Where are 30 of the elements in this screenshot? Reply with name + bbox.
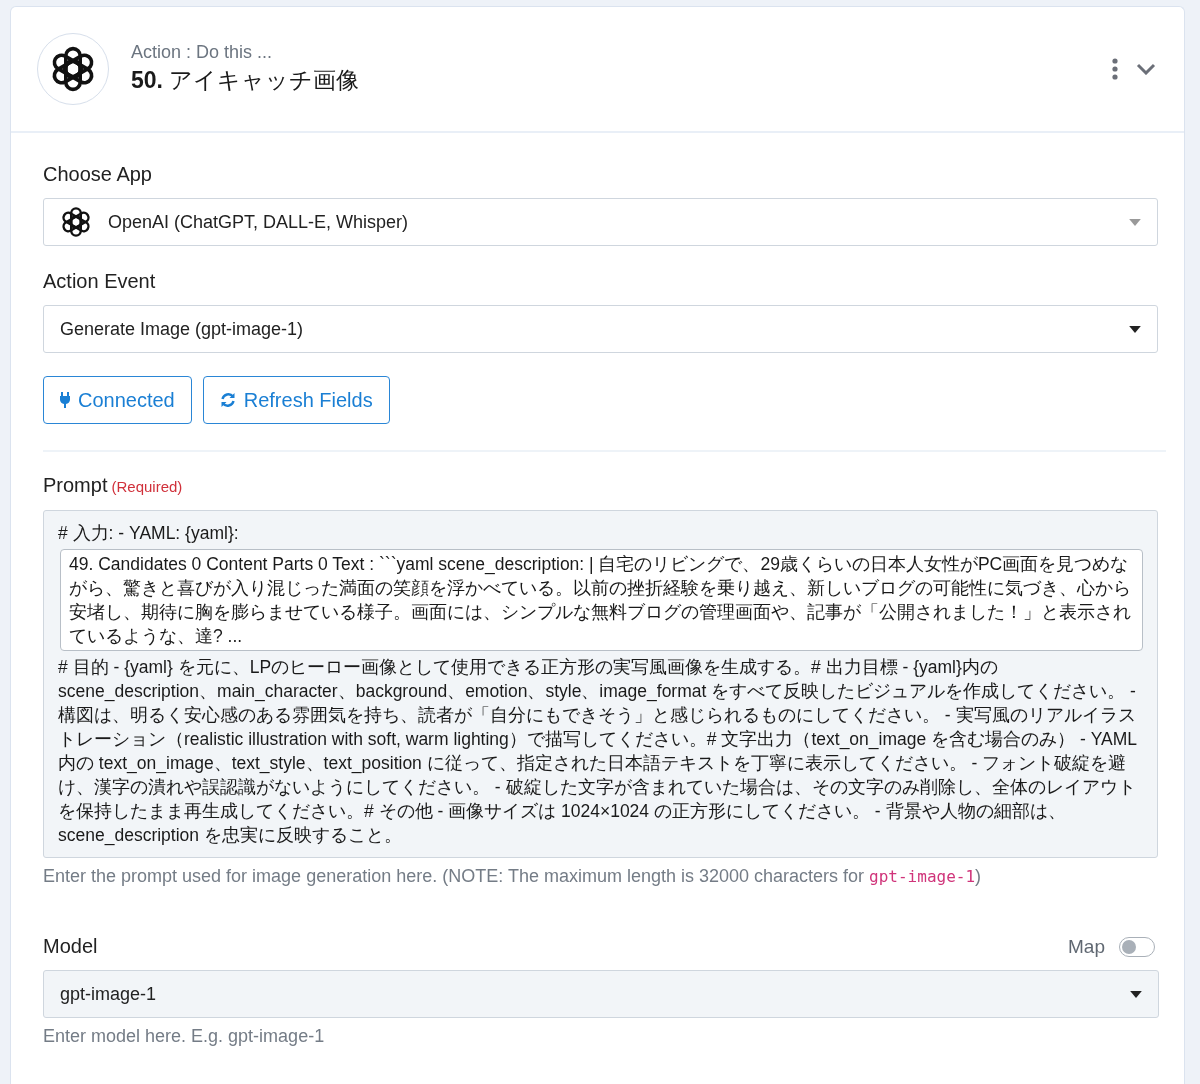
plug-icon	[60, 392, 70, 408]
refresh-fields-button[interactable]: Refresh Fields	[202, 376, 390, 424]
field-label: Choose App	[43, 163, 153, 186]
prompt-text: # 目的 - {yaml} を元に、LPのヒーロー画像として使用できる正方形の実写風画像を生成する。# 出力目標 - {yaml}内の scene_description、main_character、background、emotion、style、image_format をすべて反映したビジュアルを作成してください。 - 構図は、明るく安心感のある雰囲気を持ち、読者が「自分にもできそう」と感じられるものにしてください。 - 実写風のリアルイラストレーション（realistic illustration with soft, warm lighting）で描写してください。# 文字出力（text_on_image を含む場合のみ） - YAML内の text_on_image、text_style、text_position に従って、指定された日本語テキストを丁寧に表示してください。 - フォント破綻を避け、漢字の潰れや誤認識がないようにしてください。 - 破綻した文字が含まれていた場合は、その文字のみ削除し、全体のレイアウトを保持したまま再生成してください。# その他 - 画像サイズは 1024×1024 の正方形にしてください。 - 背景や人物の細部は、scene_description を忠実に反映すること。	[58, 656, 1138, 847]
app-select[interactable]: OpenAI (ChatGPT, DALL-E, Whisper)	[43, 198, 1158, 246]
required-note: (Required)	[111, 478, 183, 495]
map-toggle[interactable]	[1119, 937, 1155, 957]
collapse-button[interactable]	[1134, 61, 1158, 77]
map-label: Map	[1068, 936, 1105, 958]
more-options-button[interactable]	[1110, 56, 1120, 82]
prompt-text: # 入力: - YAML: {yaml}:	[58, 522, 240, 545]
chevron-down-icon	[1136, 63, 1156, 75]
app-logo-icon	[60, 206, 92, 238]
field-label: Action Event	[43, 270, 157, 293]
field-label: Prompt	[43, 474, 108, 497]
refresh-icon	[219, 392, 236, 408]
caret-icon	[1130, 990, 1142, 998]
variable-token[interactable]: 49. Candidates 0 Content Parts 0 Text : ```yaml scene_description: | 自宅のリビングで、29歳くらいの日本人女性がPC画面を見つめながら、驚きと喜びが入り混じった満面の笑顔を浮かべている。以前の挫折経験を乗り越え、新しいブログの可能性に気づき、心から安堵し、期待に胸を膨らませている様子。画面には、シンプルな無料ブログの管理画面や、記事が「公開されました！」と表示されているような、達? ...	[60, 549, 1143, 651]
field-label: Model	[43, 935, 98, 958]
action-subtitle: Action : Do this ...	[131, 42, 274, 63]
prompt-field[interactable]	[43, 510, 1158, 858]
help-text: Enter the prompt used for image generation here. (NOTE: The maximum length is 32000 characters for gpt-image-1)	[43, 866, 983, 887]
connected-button[interactable]: Connected	[43, 376, 192, 424]
model-select[interactable]: gpt-image-1	[43, 970, 1159, 1018]
step-title: 50. アイキャッチ画像	[131, 66, 361, 95]
event-select[interactable]: Generate Image (gpt-image-1)	[43, 305, 1158, 353]
help-text: Enter model here. E.g. gpt-image-1	[43, 1026, 326, 1047]
caret-icon	[1129, 325, 1141, 333]
more-icon	[1112, 58, 1118, 80]
caret-icon	[1129, 218, 1141, 226]
